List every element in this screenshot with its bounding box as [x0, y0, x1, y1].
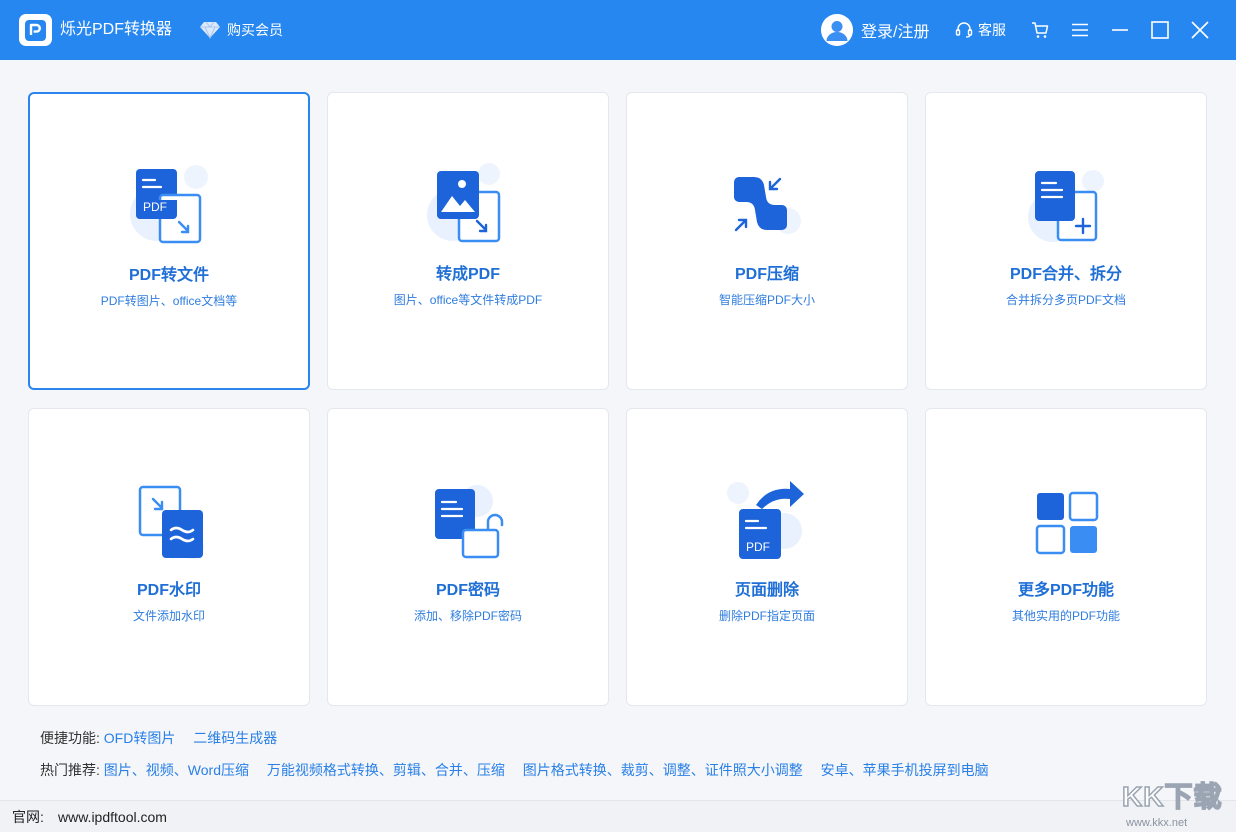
card-pdf-compress[interactable]: PDF压缩 智能压缩PDF大小 — [626, 92, 908, 390]
card-description: 合并拆分多页PDF文档 — [1005, 293, 1126, 307]
login-button[interactable]: 登录/注册 — [821, 14, 929, 46]
card-pdf-to-file[interactable]: PDF PDF转文件 PDF转图片、office文档等 — [28, 92, 310, 390]
compress-icon — [718, 159, 818, 259]
card-title: 更多PDF功能 — [1017, 582, 1114, 599]
maximize-button[interactable] — [1146, 16, 1174, 44]
menu-icon — [1072, 23, 1088, 37]
card-description: 文件添加水印 — [132, 609, 205, 623]
website-url-link[interactable]: www.ipdftool.com — [58, 801, 167, 832]
customer-service-button[interactable]: 客服 — [955, 20, 1006, 40]
card-title: PDF密码 — [435, 582, 500, 599]
cart-button[interactable] — [1026, 16, 1054, 44]
buy-vip-label: 购买会员 — [227, 22, 283, 38]
pdf-label: PDF — [143, 200, 167, 214]
card-title: PDF合并、拆分 — [1009, 266, 1122, 283]
page-delete-icon: PDF — [718, 475, 818, 575]
card-title: 页面删除 — [734, 582, 799, 599]
card-title: PDF转文件 — [128, 267, 209, 284]
buy-vip-button[interactable]: 购买会员 — [199, 18, 283, 42]
watermark-logo: KK下载 www.kkx.net — [1120, 780, 1232, 832]
maximize-icon — [1151, 21, 1169, 39]
card-title: PDF水印 — [136, 582, 201, 599]
watermark-url: www.kkx.net — [1126, 817, 1188, 829]
card-page-delete[interactable]: PDF 页面删除 删除PDF指定页面 — [626, 408, 908, 706]
card-description: PDF转图片、office文档等 — [100, 294, 238, 308]
diamond-icon — [200, 21, 220, 39]
customer-service-label: 客服 — [978, 22, 1006, 38]
close-icon — [1191, 21, 1209, 39]
quick-functions-row: 便捷功能: OFD转图片 二维码生成器 — [40, 728, 291, 748]
headset-icon — [955, 22, 973, 38]
merge-split-icon — [1017, 159, 1117, 259]
card-description: 删除PDF指定页面 — [718, 609, 815, 623]
pdf-to-file-icon: PDF — [121, 160, 221, 260]
link-image-converter[interactable]: 图片格式转换、裁剪、调整、证件照大小调整 — [523, 762, 803, 778]
card-description: 图片、office等文件转成PDF — [393, 293, 543, 307]
watermark-text: KK下载 — [1121, 780, 1223, 813]
watermark-icon — [120, 475, 220, 575]
more-functions-icon — [1017, 475, 1117, 575]
link-compress-tool[interactable]: 图片、视频、Word压缩 — [104, 762, 249, 778]
website-label: 官网: — [12, 809, 44, 825]
card-to-pdf[interactable]: 转成PDF 图片、office等文件转成PDF — [327, 92, 609, 390]
link-video-converter[interactable]: 万能视频格式转换、剪辑、合并、压缩 — [267, 762, 505, 778]
hot-recommend-label: 热门推荐: — [40, 762, 100, 778]
hot-recommend-row: 热门推荐: 图片、视频、Word压缩 万能视频格式转换、剪辑、合并、压缩 图片格… — [40, 760, 1003, 780]
pdf-logo-icon — [19, 14, 52, 46]
user-avatar-icon — [821, 14, 853, 46]
menu-button[interactable] — [1066, 16, 1094, 44]
card-title: PDF压缩 — [734, 266, 799, 283]
card-pdf-watermark[interactable]: PDF水印 文件添加水印 — [28, 408, 310, 706]
card-more-functions[interactable]: 更多PDF功能 其他实用的PDF功能 — [925, 408, 1207, 706]
card-title: 转成PDF — [435, 266, 500, 283]
card-pdf-password[interactable]: PDF密码 添加、移除PDF密码 — [327, 408, 609, 706]
quick-functions-label: 便捷功能: — [40, 730, 100, 746]
card-description: 智能压缩PDF大小 — [718, 293, 815, 307]
login-label: 登录/注册 — [861, 24, 930, 41]
pdf-label: PDF — [746, 540, 770, 554]
password-icon — [419, 475, 519, 575]
link-qrcode-generator[interactable]: 二维码生成器 — [193, 730, 277, 746]
title-bar: 烁光PDF转换器 购买会员 登录/注册 客服 — [0, 0, 1236, 60]
app-title: 烁光PDF转换器 — [60, 21, 173, 38]
minimize-button[interactable] — [1106, 16, 1134, 44]
card-description: 添加、移除PDF密码 — [413, 609, 522, 623]
link-screen-mirror[interactable]: 安卓、苹果手机投屏到电脑 — [821, 762, 989, 778]
close-button[interactable] — [1186, 16, 1214, 44]
minimize-icon — [1112, 29, 1128, 31]
card-description: 其他实用的PDF功能 — [1011, 609, 1120, 623]
status-bar: 官网: www.ipdftool.com — [0, 800, 1236, 832]
to-pdf-icon — [419, 159, 519, 259]
cart-icon — [1032, 22, 1049, 38]
link-ofd-to-image[interactable]: OFD转图片 — [104, 730, 176, 746]
card-pdf-merge-split[interactable]: PDF合并、拆分 合并拆分多页PDF文档 — [925, 92, 1207, 390]
